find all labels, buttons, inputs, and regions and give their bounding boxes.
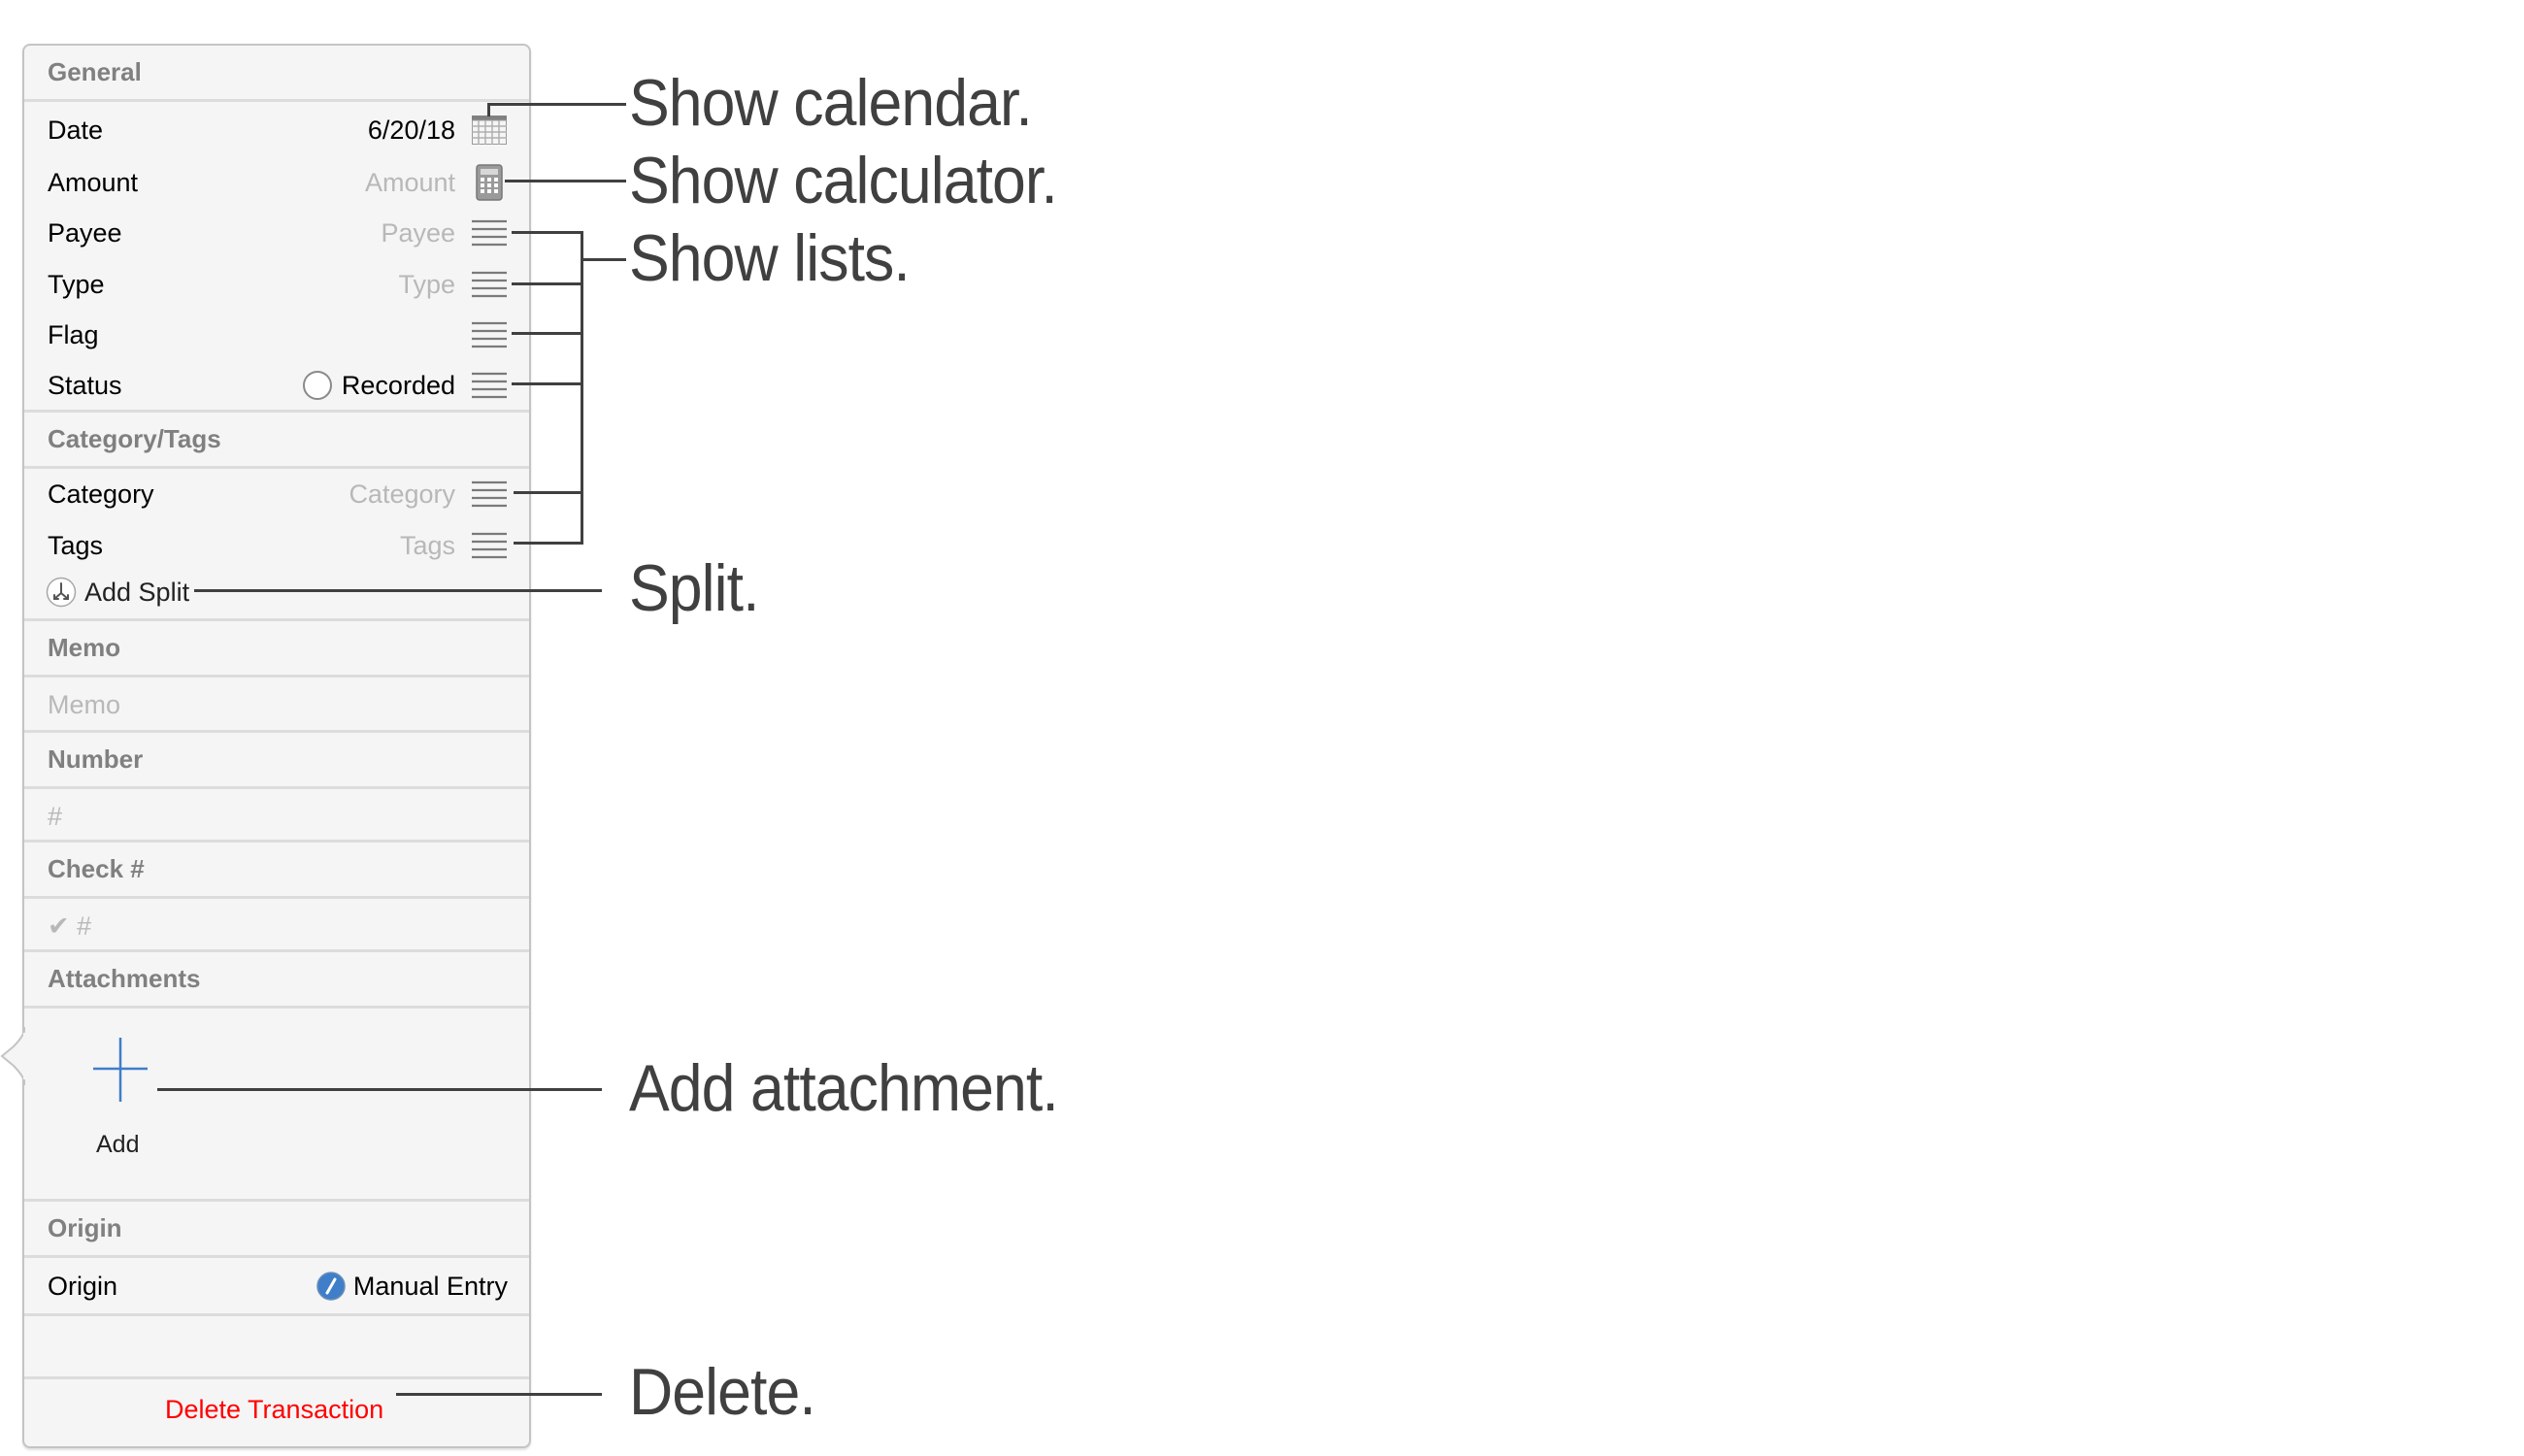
callout-line-lists [581, 231, 583, 545]
callout-line-attachment [157, 1088, 602, 1091]
section-header-attachments: Attachments [24, 952, 529, 1009]
origin-value: Manual Entry [352, 1271, 508, 1301]
add-split-button[interactable]: Add Split [24, 567, 529, 617]
callout-show-lists: Show lists. [629, 221, 911, 295]
add-attachment-button[interactable]: Add [83, 1038, 160, 1174]
list-icon[interactable] [471, 478, 508, 511]
status-label: Status [48, 370, 122, 400]
category-input[interactable]: Category [349, 480, 455, 510]
section-header-origin: Origin [24, 1202, 529, 1258]
callout-line-lists [514, 542, 582, 545]
date-value[interactable]: 6/20/18 [368, 116, 455, 146]
check-number-input[interactable]: ✔ # [24, 902, 529, 950]
pencil-icon [316, 1272, 346, 1301]
date-label: Date [48, 115, 104, 145]
section-header-check: Check # [24, 843, 529, 899]
callout-line-lists [512, 382, 582, 385]
list-icon[interactable] [471, 529, 508, 562]
memo-input[interactable]: Memo [24, 680, 529, 729]
payee-input[interactable]: Payee [381, 218, 455, 248]
status-value: Recorded [341, 370, 455, 400]
split-icon [46, 577, 77, 608]
popover-arrow [0, 1027, 25, 1085]
callout-line-calendar [487, 103, 626, 106]
calculator-icon[interactable] [471, 164, 508, 201]
amount-input[interactable]: Amount [365, 168, 455, 198]
row-category[interactable]: Category Category [24, 469, 529, 519]
list-icon[interactable] [471, 369, 508, 402]
callout-add-attachment: Add attachment. [629, 1051, 1059, 1125]
add-attachment-label: Add [96, 1131, 140, 1158]
row-tags[interactable]: Tags Tags [24, 520, 529, 571]
callout-show-calendar: Show calendar. [629, 66, 1033, 140]
transaction-inspector-panel: General Date 6/20/18 Amount Amount Payee… [22, 44, 531, 1448]
row-type[interactable]: Type Type [24, 259, 529, 310]
tags-input[interactable]: Tags [400, 531, 455, 561]
divider [24, 1376, 529, 1379]
callout-line-lists [512, 282, 582, 285]
payee-label: Payee [48, 217, 122, 248]
status-radio-icon[interactable] [302, 371, 332, 400]
callout-line-lists [512, 332, 582, 335]
delete-transaction-button[interactable]: Delete Transaction [165, 1395, 383, 1425]
row-amount[interactable]: Amount Amount [24, 157, 529, 208]
plus-icon [93, 1038, 148, 1102]
list-icon[interactable] [471, 216, 508, 249]
status-value-group[interactable]: Recorded [302, 370, 455, 401]
section-header-memo: Memo [24, 621, 529, 678]
callout-line-calculator [505, 180, 626, 182]
list-icon[interactable] [471, 318, 508, 351]
callout-line-lists [581, 258, 626, 261]
section-header-category-tags: Category/Tags [24, 413, 529, 469]
type-input[interactable]: Type [398, 270, 455, 300]
type-label: Type [48, 269, 105, 299]
callout-line-lists [514, 491, 582, 494]
section-header-number: Number [24, 733, 529, 789]
list-icon[interactable] [471, 268, 508, 301]
divider [24, 1313, 529, 1316]
callout-split: Split. [629, 551, 759, 625]
flag-label: Flag [48, 319, 99, 349]
row-flag[interactable]: Flag [24, 310, 529, 360]
callout-line-delete [396, 1393, 602, 1396]
callout-show-calculator: Show calculator. [629, 144, 1058, 217]
callout-line-lists [512, 231, 582, 234]
number-input[interactable]: # [24, 792, 529, 841]
tags-label: Tags [48, 530, 104, 560]
origin-value-group: Manual Entry [316, 1272, 508, 1302]
amount-label: Amount [48, 167, 139, 197]
callout-delete: Delete. [629, 1355, 816, 1429]
origin-label: Origin [48, 1271, 118, 1301]
row-status[interactable]: Status Recorded [24, 360, 529, 411]
row-payee[interactable]: Payee Payee [24, 208, 529, 258]
row-origin: Origin Manual Entry [24, 1261, 529, 1311]
row-date[interactable]: Date 6/20/18 [24, 105, 529, 155]
section-header-general: General [24, 46, 529, 102]
category-label: Category [48, 479, 154, 509]
callout-line-split [194, 589, 602, 592]
add-split-label: Add Split [84, 577, 190, 607]
calendar-icon[interactable] [471, 114, 508, 147]
